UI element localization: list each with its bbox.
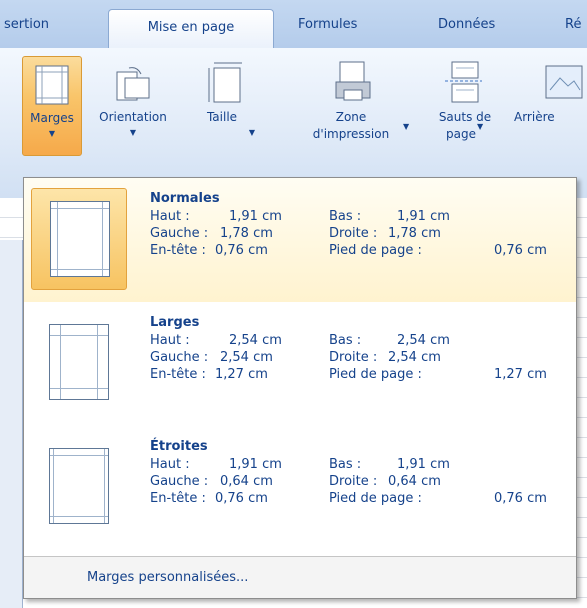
gauche-label: Gauche : [150,350,209,365]
entete-label: En-tête : [150,243,206,258]
sauts-label-2: page [446,127,476,141]
haut-label: Haut : [150,333,190,348]
arriere-plan-button[interactable]: Arrière [510,56,587,156]
margin-option-etroites[interactable]: Étroites Haut : 1,91 cm Bas : 1,91 cm Ga… [24,426,576,550]
margin-preview-frame [31,188,127,290]
custom-margins-item[interactable]: Marges personnalisées... [24,557,576,598]
tab-revision[interactable]: Ré [565,17,581,32]
pied-value: 1,27 cm [494,367,547,382]
margin-preview-frame [31,312,127,414]
page-preview-icon [49,448,109,524]
custom-margins-label: Marges personnalisées... [87,570,249,585]
margins-icon [35,65,69,105]
orientation-icon [116,67,150,101]
gauche-label: Gauche : [150,226,209,241]
droite-label: Droite : [329,350,378,365]
page-size-icon [208,62,242,103]
row-header-column [0,240,23,608]
tab-formules[interactable]: Formules [298,17,357,32]
haut-value: 2,54 cm [229,333,282,348]
option-title: Normales [150,191,220,206]
page-break-icon [445,61,482,103]
orientation-button[interactable]: Orientation ▼ [90,56,176,156]
sauts-label-1: Sauts de [438,110,492,124]
pied-label: Pied de page : [329,367,422,382]
bas-label: Bas : [329,457,362,472]
droite-value: 2,54 cm [388,350,441,365]
sauts-de-page-button[interactable]: Sauts de page [424,56,506,156]
haut-label: Haut : [150,457,190,472]
gauche-value: 1,78 cm [220,226,273,241]
ribbon-panel: Marges ▼ Orientation ▼ Taille ▼ Zone d'i… [0,48,587,198]
margin-option-larges[interactable]: Larges Haut : 2,54 cm Bas : 2,54 cm Gauc… [24,302,576,426]
droite-value: 0,64 cm [388,474,441,489]
tab-insertion[interactable]: sertion [4,17,49,32]
gauche-value: 2,54 cm [220,350,273,365]
orientation-label: Orientation [99,110,167,124]
haut-value: 1,91 cm [229,457,282,472]
zone-label-2: d'impression [312,127,390,141]
droite-value: 1,78 cm [388,226,441,241]
page-preview-icon [50,201,110,277]
background-icon [545,65,583,99]
bas-value: 1,91 cm [397,209,450,224]
marges-button[interactable]: Marges ▼ [22,56,82,156]
bas-label: Bas : [329,333,362,348]
taille-button[interactable]: Taille ▼ [178,56,258,156]
margin-preview-frame [31,436,127,538]
entete-value: 0,76 cm [215,243,268,258]
pied-value: 0,76 cm [494,491,547,506]
entete-value: 1,27 cm [215,367,268,382]
bas-value: 2,54 cm [397,333,450,348]
taille-label: Taille [206,110,238,124]
chevron-down-icon: ▼ [403,122,410,131]
entete-value: 0,76 cm [215,491,268,506]
margins-dropdown: Normales Haut : 1,91 cm Bas : 1,91 cm Ga… [23,177,577,599]
zone-impression-button[interactable]: Zone d'impression [290,56,412,156]
page-preview-icon [49,324,109,400]
option-title: Étroites [150,439,208,454]
bas-value: 1,91 cm [397,457,450,472]
print-area-icon [335,61,371,101]
tab-donnees[interactable]: Données [438,17,495,32]
droite-label: Droite : [329,474,378,489]
haut-label: Haut : [150,209,190,224]
pied-label: Pied de page : [329,491,422,506]
chevron-down-icon: ▼ [477,122,484,131]
bas-label: Bas : [329,209,362,224]
marges-label: Marges [30,111,74,125]
gauche-label: Gauche : [150,474,209,489]
chevron-down-icon: ▼ [248,128,256,137]
gauche-value: 0,64 cm [220,474,273,489]
pied-value: 0,76 cm [494,243,547,258]
droite-label: Droite : [329,226,378,241]
zone-label-1: Zone [335,110,367,124]
haut-value: 1,91 cm [229,209,282,224]
option-title: Larges [150,315,200,330]
arriere-label: Arrière [514,110,555,124]
entete-label: En-tête : [150,367,206,382]
pied-label: Pied de page : [329,243,422,258]
ribbon-tab-bar: sertion Mise en page Formules Données Ré [0,0,587,49]
chevron-down-icon: ▼ [48,129,56,138]
entete-label: En-tête : [150,491,206,506]
margin-option-normales[interactable]: Normales Haut : 1,91 cm Bas : 1,91 cm Ga… [24,178,576,302]
chevron-down-icon: ▼ [129,128,137,137]
tab-mise-en-page[interactable]: Mise en page [108,9,274,49]
